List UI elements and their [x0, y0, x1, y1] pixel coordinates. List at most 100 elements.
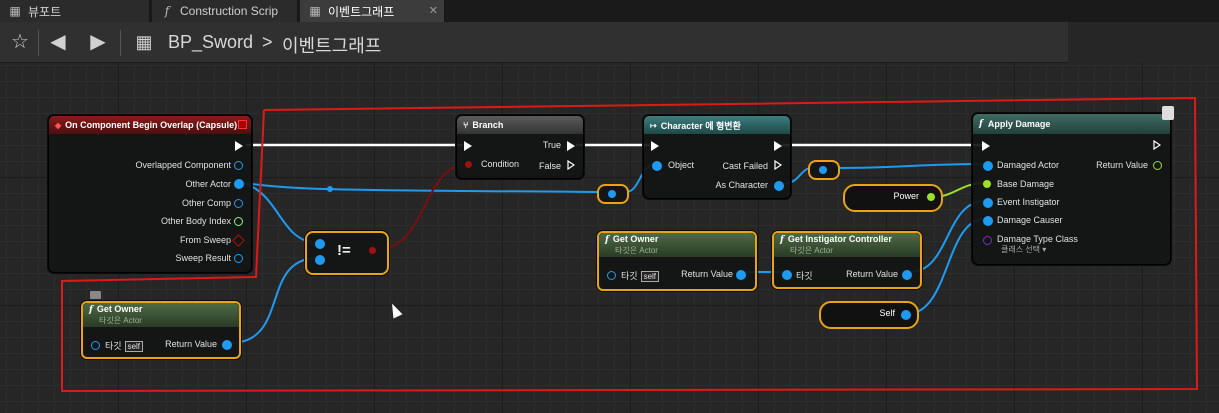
exec-out-pin[interactable]	[235, 141, 243, 151]
condition-pin[interactable]	[465, 161, 472, 168]
node-apply-damage[interactable]: f Apply Damage Damaged Actor Return Valu…	[972, 106, 1174, 265]
pin-label: Return Value	[846, 269, 898, 279]
breadcrumb-separator: >	[262, 32, 273, 52]
cast-failed-exec-pin[interactable]	[774, 160, 782, 170]
tab-label: Construction Scrip	[180, 4, 279, 18]
function-icon: f	[164, 4, 170, 18]
node-header: f Get Instigator Controller 타깃은 Actor	[774, 233, 920, 257]
target-pin[interactable]	[782, 270, 792, 280]
node-on-component-begin-overlap[interactable]: ◆ On Component Begin Overlap (Capsule) O…	[48, 115, 252, 273]
return-value-pin[interactable]	[736, 270, 746, 280]
reroute-node[interactable]	[597, 184, 629, 204]
pin-label: Damage Causer	[997, 215, 1063, 225]
delegate-pin-icon[interactable]	[238, 120, 247, 129]
close-icon[interactable]: ✕	[429, 4, 438, 17]
a-pin[interactable]	[315, 239, 325, 249]
node-subtitle: 타깃은 Actor	[615, 246, 658, 255]
pin-label: Other Actor	[185, 179, 231, 189]
graph-area-top	[1068, 22, 1219, 63]
star-icon[interactable]: ☆	[8, 30, 32, 54]
node-title: Get Owner	[612, 234, 659, 244]
target-pin[interactable]	[607, 271, 616, 280]
divider	[38, 30, 39, 56]
reroute-pin[interactable]	[608, 190, 616, 198]
back-arrow-icon[interactable]: ◀	[46, 30, 70, 54]
pin-label: Other Body Index	[160, 216, 231, 226]
node-title: Get Owner	[96, 304, 143, 314]
exec-in-pin[interactable]	[651, 141, 659, 151]
tab-event-graph[interactable]: ▦ 이벤트그래프 ✕	[300, 0, 445, 22]
reroute-node[interactable]	[808, 160, 840, 180]
node-header: ⑂ Branch	[457, 116, 583, 134]
branch-icon: ⑂	[463, 120, 469, 130]
breadcrumb-blueprint[interactable]: BP_Sword	[168, 32, 253, 53]
tab-label: 뷰포트	[28, 4, 62, 19]
self-default-value: self	[124, 341, 144, 352]
node-get-owner[interactable]: f Get Owner 타깃은 Actor 타깃 self Return Value	[81, 301, 241, 359]
divider	[120, 30, 121, 56]
function-icon: f	[89, 305, 93, 315]
as-character-pin[interactable]	[774, 181, 784, 191]
function-icon: f	[979, 119, 983, 129]
node-title: Branch	[472, 120, 504, 130]
exec-out-pin[interactable]	[1153, 140, 1161, 150]
exec-in-pin[interactable]	[464, 141, 472, 151]
pin-label: Base Damage	[997, 179, 1055, 189]
damage-causer-pin[interactable]	[983, 216, 993, 226]
event-instigator-pin[interactable]	[983, 198, 993, 208]
return-value-pin[interactable]	[1153, 161, 1162, 170]
function-icon: f	[605, 235, 609, 245]
node-title: Apply Damage	[987, 119, 1051, 129]
other-comp-pin[interactable]	[234, 199, 243, 208]
node-subtitle: 타깃은 Actor	[99, 316, 142, 325]
node-header: f Get Owner 타깃은 Actor	[599, 233, 755, 257]
pin-label: From Sweep	[179, 235, 231, 245]
target-pin[interactable]	[91, 341, 100, 350]
grid-icon: ▦	[309, 4, 321, 18]
self-out-pin[interactable]	[901, 310, 911, 320]
node-header: f Get Owner 타깃은 Actor	[83, 303, 239, 327]
sweep-result-pin[interactable]	[234, 254, 243, 263]
tab-construction-script[interactable]: f Construction Scrip	[152, 0, 298, 22]
other-body-index-pin[interactable]	[234, 217, 243, 226]
from-sweep-pin[interactable]	[232, 234, 245, 247]
reroute-pin[interactable]	[819, 166, 827, 174]
node-get-owner[interactable]: f Get Owner 타깃은 Actor 타깃 self Return Value	[597, 231, 757, 291]
pin-label: Return Value	[1096, 160, 1148, 170]
pin-label: Return Value	[165, 339, 217, 349]
blueprint-grid-icon: ▦	[135, 32, 153, 52]
tab-label: 이벤트그래프	[328, 4, 395, 19]
pin-label: Sweep Result	[175, 253, 231, 263]
tab-viewport[interactable]: ▦ 뷰포트	[0, 0, 150, 22]
exec-in-pin[interactable]	[982, 141, 990, 151]
pin-label: Condition	[481, 159, 520, 169]
pin-label: Overlapped Component	[135, 160, 231, 170]
base-damage-pin[interactable]	[983, 180, 991, 188]
event-icon: ◆	[55, 120, 62, 130]
node-not-equal[interactable]: !=	[305, 231, 389, 275]
overlapped-component-pin[interactable]	[234, 161, 243, 170]
return-value-pin[interactable]	[222, 340, 232, 350]
damage-type-class-pin[interactable]	[983, 236, 992, 245]
cast-icon: ↦	[650, 120, 657, 130]
node-power-variable[interactable]: Power	[843, 184, 943, 212]
class-select-dropdown[interactable]: 클래스 선택 ▾	[1001, 244, 1046, 255]
node-self[interactable]: Self	[819, 301, 919, 329]
node-cast-to-character[interactable]: ↦ Character 에 형변환 Object Cast Failed As …	[643, 115, 791, 199]
damaged-actor-pin[interactable]	[983, 161, 993, 171]
b-pin[interactable]	[315, 255, 325, 265]
true-exec-pin[interactable]	[567, 141, 575, 151]
node-get-instigator-controller[interactable]: f Get Instigator Controller 타깃은 Actor 타깃 …	[772, 231, 922, 289]
comment-bubble-icon[interactable]	[90, 291, 101, 299]
other-actor-pin[interactable]	[234, 179, 244, 189]
variable-label: Power	[893, 191, 919, 201]
pin-label: Damaged Actor	[997, 160, 1060, 170]
result-pin[interactable]	[369, 247, 376, 254]
forward-arrow-icon[interactable]: ▶	[86, 30, 110, 54]
power-out-pin[interactable]	[927, 193, 935, 201]
return-value-pin[interactable]	[902, 270, 912, 280]
object-pin[interactable]	[652, 161, 662, 171]
false-exec-pin[interactable]	[567, 160, 575, 170]
exec-out-pin[interactable]	[774, 141, 782, 151]
node-branch[interactable]: ⑂ Branch True Condition False	[456, 115, 584, 179]
